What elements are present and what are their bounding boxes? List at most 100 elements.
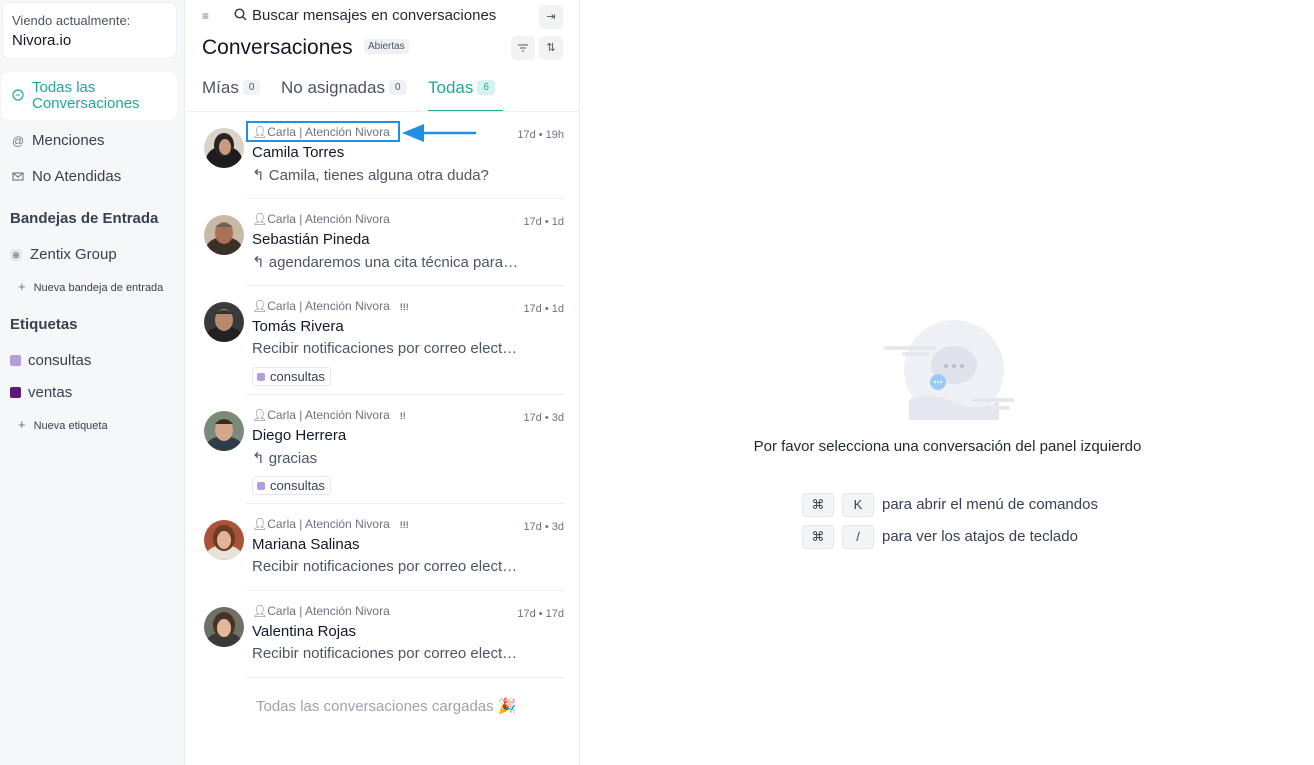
avatar [204,520,244,560]
new-inbox-label: Nueva bandeja de entrada [33,282,164,294]
label-color-swatch [10,387,21,398]
label-name: consultas [28,352,92,369]
chat-bubble-icon [12,89,24,105]
tab-all[interactable]: Todas 6 [428,78,495,98]
conversation-item[interactable]: 👤︎Carla | Atención Nivora Sebastián Pine… [202,212,564,285]
tab-label: Mías [202,78,239,97]
avatar [204,607,244,647]
assignee-name: Carla | Atención Nivora [267,212,390,226]
timestamp: 17d • 19h [517,129,564,141]
menu-icon[interactable]: ≡ [202,9,209,23]
tab-mine[interactable]: Mías 0 [202,78,261,98]
tab-label: No asignadas [281,78,385,97]
last-message: Recibir notificaciones por correo electr… [252,558,522,575]
assignee: 👤︎Carla | Atención Nivora!! [252,408,406,422]
contact-name: Tomás Rivera [252,318,344,335]
shortcut-description: para ver los atajos de teclado [882,528,1078,545]
new-inbox-button[interactable]: + Nueva bandeja de entrada [18,279,163,294]
label-chip-text: consultas [270,478,325,493]
contact-name: Camila Torres [252,144,345,161]
conversation-empty-state: Por favor selecciona una conversación de… [581,0,1314,765]
labels-heading: Etiquetas [10,316,78,333]
last-message: Recibir notificaciones por correo electr… [252,645,522,662]
contact-name: Valentina Rojas [252,623,356,640]
search-bar[interactable]: ≡ Buscar mensajes en conversaciones [202,6,564,28]
tab-count: 0 [242,80,261,95]
reply-icon: ↰ [252,450,269,467]
search-input[interactable]: Buscar mensajes en conversaciones [252,7,496,24]
avatar [204,302,244,342]
account-label: Viendo actualmente: [12,13,131,28]
new-label-label: Nueva etiqueta [33,420,108,432]
globe-icon: ⊕ [10,248,22,261]
new-label-button[interactable]: + Nueva etiqueta [18,417,108,432]
contact-name: Mariana Salinas [252,536,360,553]
account-switcher[interactable]: Viendo actualmente: Nivora.io [2,2,177,59]
plus-icon: + [18,279,26,294]
timestamp: 17d • 1d [523,303,564,315]
inbox-item[interactable]: ⊕ Zentix Group [10,246,117,263]
label-chip: consultas [252,367,331,386]
label-chip-text: consultas [270,369,325,384]
message-text: gracias [268,450,318,467]
message-text: Recibir notificaciones por correo electr… [252,340,522,357]
divider [246,677,564,678]
shortcut-description: para abrir el menú de comandos [882,496,1098,513]
conversation-item[interactable]: 👤︎Carla | Atención Nivora!! Diego Herrer… [202,408,564,503]
label-name: ventas [28,384,73,401]
nav-unattended[interactable]: No Atendidas [2,168,177,185]
priority-badge: !!! [399,520,409,530]
status-badge[interactable]: Abiertas [364,39,409,54]
priority-badge: !!! [399,302,409,312]
divider [186,111,580,112]
tab-count: 0 [388,80,407,95]
account-name: Nivora.io [12,32,72,49]
inboxes-heading: Bandejas de Entrada [10,210,159,227]
last-message: ↰ Camila, tienes alguna otra duda? [252,166,522,184]
nav-all-conversations[interactable]: Todas las Conversaciones [2,72,177,120]
page-title: Conversaciones [202,36,353,59]
kbd-cmd: ⌘ [802,525,834,549]
reply-icon: ↰ [252,254,269,271]
conversation-item[interactable]: 👤︎Carla | Atención Nivora!!! Mariana Sal… [202,517,564,590]
divider [246,285,564,286]
plus-icon: + [18,417,26,432]
conversation-item[interactable]: 👤︎Carla | Atención Nivora!!! Tomás River… [202,299,564,394]
tab-unassigned[interactable]: No asignadas 0 [281,78,407,98]
label-item-consultas[interactable]: consultas [10,352,91,369]
person-icon: 👤︎ [252,408,268,422]
assignee: 👤︎Carla | Atención Nivora [252,604,390,618]
avatar [204,215,244,255]
assignee: 👤︎Carla | Atención Nivora!!! [252,517,409,531]
assignee-name: Carla | Atención Nivora [267,299,390,313]
annotation-arrow-icon [402,124,476,142]
timestamp: 17d • 17d [517,608,564,620]
message-text: Recibir notificaciones por correo electr… [252,645,522,662]
nav-label: No Atendidas [32,168,122,185]
divider [246,503,564,504]
priority-badge: !! [399,411,406,421]
expand-panel-icon[interactable]: ⇥ [539,5,563,29]
conversation-item[interactable]: 👤︎Carla | Atención Nivora Valentina Roja… [202,604,564,677]
avatar [204,128,244,168]
label-chip: consultas [252,476,331,495]
last-message: Recibir notificaciones por correo electr… [252,340,522,357]
conversation-tabs: Mías 0 No asignadas 0 Todas 6 [202,74,580,112]
nav-mentions[interactable]: @ Menciones [2,132,177,149]
filter-icon[interactable] [511,36,535,60]
label-color-swatch [257,481,265,490]
assignee-name: Carla | Atención Nivora [267,604,390,618]
last-message: ↰ agendaremos una cita técnica para revi… [252,253,522,271]
at-icon: @ [12,134,25,148]
tab-count: 6 [477,80,495,95]
person-icon: 👤︎ [252,212,268,226]
person-icon: 👤︎ [252,517,268,531]
divider [246,590,564,591]
label-item-ventas[interactable]: ventas [10,384,72,401]
sort-icon[interactable]: ⇅ [539,36,563,60]
person-icon: 👤︎ [252,604,268,618]
label-color-swatch [257,372,265,381]
search-icon [234,8,247,26]
divider [246,198,564,199]
tab-label: Todas [428,78,474,97]
